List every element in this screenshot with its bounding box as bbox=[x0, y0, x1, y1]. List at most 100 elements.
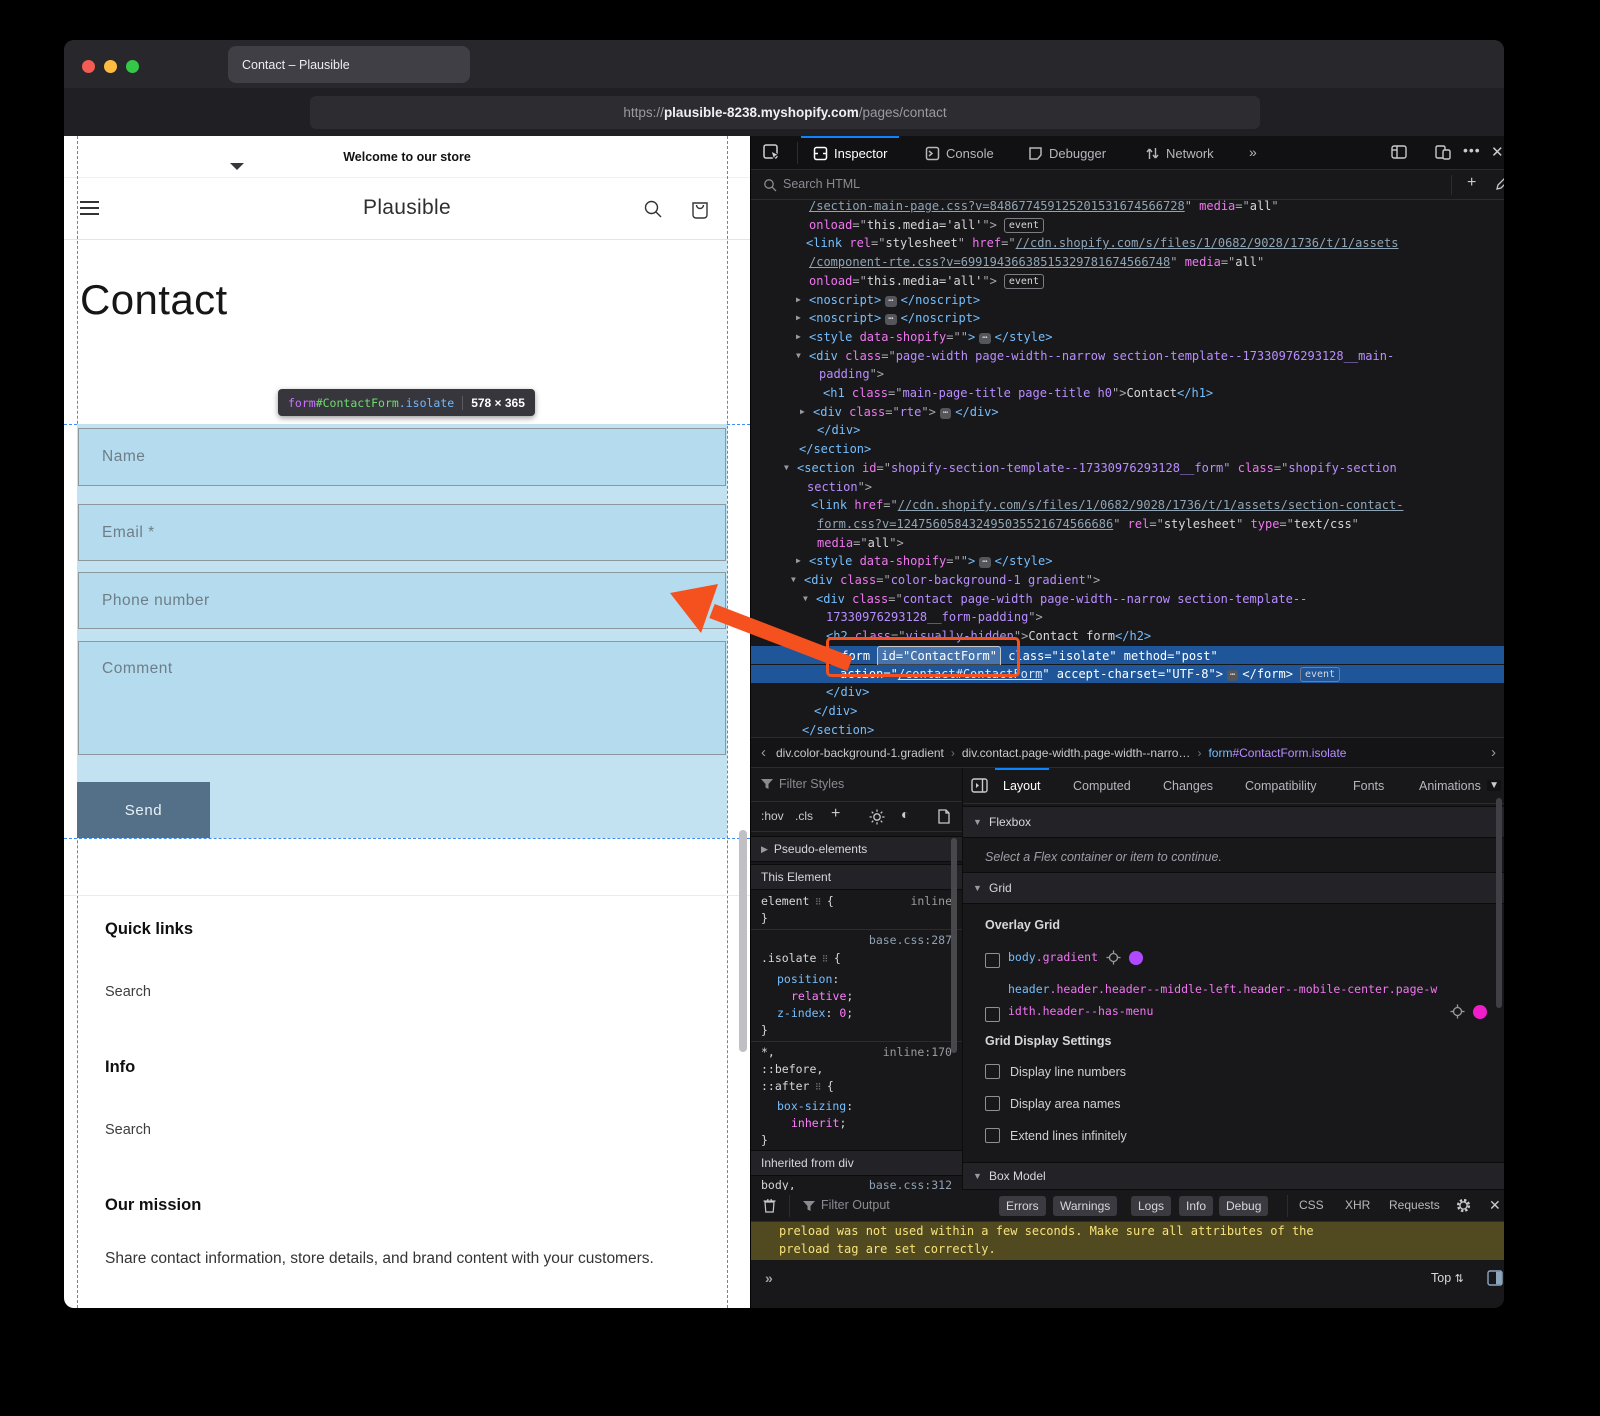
search-icon[interactable] bbox=[643, 199, 663, 219]
sidebar-tab-computed[interactable]: Computed bbox=[1073, 768, 1131, 804]
target-icon[interactable] bbox=[1450, 1004, 1465, 1019]
send-button[interactable]: Send bbox=[77, 782, 210, 838]
console-filter-debug[interactable]: Debug bbox=[1219, 1196, 1268, 1216]
print-media-icon[interactable] bbox=[937, 809, 951, 824]
markup-line[interactable]: 17330976293128__form-padding"> bbox=[751, 608, 1504, 627]
markup-line[interactable]: </div> bbox=[751, 702, 1504, 721]
boxmodel-section-header[interactable]: ▼ Box Model bbox=[963, 1162, 1504, 1190]
markup-line[interactable]: ▶<noscript>⋯</noscript> bbox=[751, 309, 1504, 328]
collapsed-content-icon[interactable]: ⋯ bbox=[885, 314, 896, 325]
markup-line[interactable]: ▼<section id="shopify-section-template--… bbox=[751, 459, 1504, 478]
trash-icon[interactable] bbox=[763, 1198, 776, 1213]
markup-line[interactable]: </section> bbox=[751, 721, 1504, 737]
sidebar-tab-animations[interactable]: Animations bbox=[1419, 768, 1481, 804]
sidebar-toggle-icon[interactable] bbox=[971, 778, 988, 793]
grid-color-swatch[interactable] bbox=[1129, 951, 1143, 965]
console-filter-warnings[interactable]: Warnings bbox=[1053, 1196, 1117, 1216]
rule-source-link[interactable]: inline:170 bbox=[883, 1045, 952, 1059]
console-filter-logs[interactable]: Logs bbox=[1131, 1196, 1171, 1216]
sidebar-tab-compatibility[interactable]: Compatibility bbox=[1245, 768, 1317, 804]
more-tabs-icon[interactable]: » bbox=[1249, 144, 1257, 160]
markup-line[interactable]: onload="this.media='all'">event bbox=[751, 272, 1504, 291]
rules-section-header[interactable]: ▶Pseudo-elements bbox=[751, 836, 962, 862]
breadcrumb-item[interactable]: div.color-background-1.gradient bbox=[776, 746, 944, 760]
markup-line[interactable]: ▶<style data-shopify="">⋯</style> bbox=[751, 552, 1504, 571]
dark-mode-icon[interactable]: ◐ bbox=[901, 806, 909, 822]
markup-line[interactable]: <h1 class="main-page-title page-title h0… bbox=[751, 384, 1504, 403]
collapse-icon[interactable]: ▼ bbox=[784, 459, 789, 478]
collapsed-content-icon[interactable]: ⋯ bbox=[1227, 670, 1238, 681]
search-html-input[interactable]: Search HTML bbox=[783, 177, 860, 191]
close-window-button[interactable] bbox=[82, 60, 95, 73]
markup-line[interactable]: ▶<style data-shopify="">⋯</style> bbox=[751, 328, 1504, 347]
rule-source-link[interactable]: base.css:312 bbox=[869, 1178, 952, 1190]
close-console-icon[interactable]: ✕ bbox=[1489, 1197, 1501, 1214]
markup-line[interactable]: <link rel="stylesheet" href="//cdn.shopi… bbox=[751, 234, 1504, 253]
markup-line[interactable]: ▼<div class="color-background-1 gradient… bbox=[751, 571, 1504, 590]
add-node-icon[interactable]: + bbox=[1467, 174, 1476, 192]
meatball-menu-icon[interactable]: ••• bbox=[1463, 142, 1481, 158]
markup-line[interactable]: padding"> bbox=[751, 365, 1504, 384]
grid-overlay-checkbox[interactable] bbox=[985, 1007, 1000, 1022]
console-filter-errors[interactable]: Errors bbox=[999, 1196, 1046, 1216]
sidebar-tab-fonts[interactable]: Fonts bbox=[1353, 768, 1384, 804]
breadcrumb-item[interactable]: div.contact.page-width.page-width--narro… bbox=[962, 746, 1191, 760]
event-badge[interactable]: event bbox=[1300, 667, 1340, 682]
pseudo-hover-toggle[interactable]: :hov bbox=[761, 809, 784, 823]
tab-inspector[interactable]: Inspector bbox=[813, 136, 887, 170]
collapsed-content-icon[interactable]: ⋯ bbox=[979, 557, 990, 568]
browser-tab[interactable]: Contact – Plausible bbox=[228, 46, 470, 83]
frame-context-selector[interactable]: Top ⇅ bbox=[1431, 1271, 1464, 1285]
breadcrumb-item-selected[interactable]: form#ContactForm.isolate bbox=[1208, 746, 1346, 760]
markup-line[interactable]: ▼<div class="page-width page-width--narr… bbox=[751, 347, 1504, 366]
markup-line[interactable]: /section-main-page.css?v=848677459125201… bbox=[751, 200, 1504, 216]
grid-setting-checkbox[interactable] bbox=[985, 1064, 1000, 1079]
grid-color-swatch[interactable] bbox=[1473, 1005, 1487, 1019]
grid-setting-checkbox[interactable] bbox=[985, 1096, 1000, 1111]
collapse-icon[interactable]: ▼ bbox=[796, 347, 801, 366]
console-category-xhr[interactable]: XHR bbox=[1345, 1198, 1370, 1212]
close-devtools-icon[interactable]: ✕ bbox=[1491, 143, 1504, 161]
markup-line[interactable]: ▶<noscript>⋯</noscript> bbox=[751, 291, 1504, 310]
breadcrumb-forward-icon[interactable]: › bbox=[1491, 744, 1496, 761]
form-field-name[interactable]: Name bbox=[78, 428, 726, 486]
minimize-window-button[interactable] bbox=[104, 60, 117, 73]
form-field-phone-number[interactable]: Phone number bbox=[78, 572, 726, 629]
form-field-email-[interactable]: Email * bbox=[78, 504, 726, 561]
markup-line[interactable]: ▼<div class="contact page-width page-wid… bbox=[751, 590, 1504, 609]
light-mode-icon[interactable] bbox=[869, 809, 885, 825]
console-category-requests[interactable]: Requests bbox=[1389, 1198, 1440, 1212]
event-badge[interactable]: event bbox=[1004, 218, 1044, 233]
eyedropper-icon[interactable] bbox=[1495, 178, 1504, 191]
console-prompt-icon[interactable]: » bbox=[765, 1270, 773, 1286]
collapse-icon[interactable]: ▼ bbox=[791, 571, 796, 590]
form-field-comment[interactable]: Comment bbox=[78, 641, 726, 755]
console-filter-info[interactable]: Info bbox=[1179, 1196, 1213, 1216]
markup-line[interactable]: ▶<div class="rte">⋯</div> bbox=[751, 403, 1504, 422]
rules-section-header[interactable]: This Element bbox=[751, 864, 962, 890]
markup-line[interactable]: section"> bbox=[751, 478, 1504, 497]
markup-line[interactable]: </div> bbox=[751, 683, 1504, 702]
markup-line[interactable]: /component-rte.css?v=6991943663851532978… bbox=[751, 253, 1504, 272]
layout-scrollbar[interactable] bbox=[1496, 798, 1502, 1008]
event-badge[interactable]: event bbox=[1004, 274, 1044, 289]
sidebar-tab-changes[interactable]: Changes bbox=[1163, 768, 1213, 804]
markup-line[interactable]: form.css?v=12475605843249503552167456668… bbox=[751, 515, 1504, 534]
page-scrollbar[interactable] bbox=[739, 830, 747, 1052]
editor-mode-icon[interactable] bbox=[1487, 1270, 1503, 1286]
collapsed-content-icon[interactable]: ⋯ bbox=[885, 296, 896, 307]
grid-section-header[interactable]: ▼ Grid bbox=[963, 872, 1504, 904]
tab-console[interactable]: Console bbox=[925, 136, 994, 170]
flexbox-section-header[interactable]: ▼ Flexbox bbox=[963, 806, 1504, 838]
split-console-icon[interactable] bbox=[1391, 145, 1407, 159]
tab-network[interactable]: Network bbox=[1145, 136, 1214, 170]
markup-line[interactable]: </div> bbox=[751, 421, 1504, 440]
collapsed-content-icon[interactable]: ⋯ bbox=[940, 408, 951, 419]
rule-source-link[interactable]: base.css:287 bbox=[869, 933, 952, 947]
rule-source-link[interactable]: inline bbox=[910, 894, 952, 908]
filter-styles-input[interactable]: Filter Styles bbox=[779, 777, 844, 791]
footer-link[interactable]: Search bbox=[105, 1122, 151, 1138]
target-icon[interactable] bbox=[1106, 950, 1121, 965]
rules-scrollbar[interactable] bbox=[951, 838, 957, 1053]
url-input[interactable]: https://plausible-8238.myshopify.com/pag… bbox=[310, 96, 1260, 129]
